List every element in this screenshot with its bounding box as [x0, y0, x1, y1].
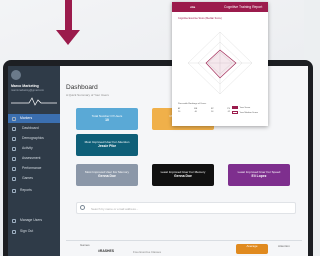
- summary-tile[interactable]: Most Improved User For Memory Genna Doe: [76, 164, 138, 186]
- legend-swatch: [232, 106, 238, 109]
- sidebar-item-label: Markers: [20, 116, 33, 120]
- sidebar-item-label: Reports: [20, 188, 32, 192]
- table-row-sub: Free Exercise Classes: [133, 250, 161, 254]
- pulse-logo-icon: [11, 97, 57, 106]
- sidebar-item-demographics[interactable]: Demographics: [8, 134, 60, 143]
- report-table-cell: 40: [194, 111, 197, 113]
- report-table-header: SP: [210, 108, 214, 110]
- tile-value: Genna Doe: [174, 174, 192, 178]
- sidebar-item-label: Sign Out: [20, 229, 34, 233]
- sign-out-icon: [12, 229, 16, 234]
- games-icon: [12, 176, 16, 181]
- table-row-name[interactable]: #RASHES: [98, 249, 114, 253]
- demographics-icon: [12, 136, 16, 141]
- summary-tile[interactable]: Most Improved User For Attention Jessie …: [76, 134, 138, 156]
- reports-icon: [12, 188, 16, 193]
- user-name: Marco Marketing: [11, 84, 39, 88]
- sidebar-item-sign-out[interactable]: Sign Out: [8, 227, 60, 236]
- divider: [66, 240, 302, 241]
- sidebar-item-label: Activity: [22, 146, 33, 150]
- radar-series: [205, 49, 237, 79]
- report-title: Cognitive Training Report: [224, 5, 263, 9]
- sidebar-item-label: Games: [22, 176, 33, 180]
- report-table-cell: 34: [211, 111, 214, 113]
- report-table: AT ME SP PS 20 40 34 62: [178, 108, 230, 122]
- table-right-label: Attention: [278, 244, 290, 248]
- activity-icon: [12, 146, 16, 151]
- tile-value: Jessie Pike: [97, 144, 117, 148]
- table-label: Games: [80, 243, 90, 247]
- tile-value: Eli Lopez: [251, 174, 267, 178]
- report-table-cell: 20: [178, 111, 181, 113]
- summary-tile[interactable]: Total Number Of Users 10: [76, 108, 138, 130]
- sidebar-item-games[interactable]: Games: [8, 174, 60, 183]
- report-table-header: ME: [194, 108, 198, 110]
- legend-label: Your Score: [239, 106, 251, 109]
- sidebar-item-label: Performance: [22, 166, 42, 170]
- search-input[interactable]: Search by name or email address...: [76, 202, 296, 214]
- sidebar: Marco Marketing marcomarketing@gmail.com…: [8, 66, 60, 256]
- user-email: marcomarketing@gmail.com: [11, 89, 45, 92]
- report-overlay: vita Cognitive Training Report Cognitive…: [172, 2, 268, 126]
- performance-icon: [12, 166, 16, 171]
- legend-label: Your Median Score: [239, 111, 259, 114]
- dashboard-icon: [12, 126, 16, 131]
- users-icon: [12, 218, 16, 223]
- sidebar-item-reports[interactable]: Reports: [8, 186, 60, 195]
- legend-entry: Your Median Score: [232, 110, 266, 115]
- report-logo: vita: [190, 5, 196, 9]
- arrow-shaft: [65, 0, 72, 32]
- sidebar-item-performance[interactable]: Performance: [8, 164, 60, 173]
- report-subtitle: Cognitive Exercise Score (Median Score): [178, 17, 222, 20]
- summary-tile[interactable]: Least Improved User For Memory Genna Doe: [152, 164, 214, 186]
- legend-swatch: [232, 111, 238, 114]
- avatar[interactable]: [11, 70, 21, 80]
- report-table-title: Percentile Rankings of Users: [178, 103, 207, 105]
- tile-value: Genna Doe: [98, 174, 116, 178]
- sidebar-item-dashboard[interactable]: Dashboard: [8, 124, 60, 133]
- tile-value: 10: [105, 118, 109, 122]
- page-title: Dashboard: [66, 84, 98, 91]
- assessment-icon: [12, 156, 16, 161]
- sidebar-item-label: Demographics: [22, 136, 44, 140]
- down-arrow-icon: [56, 30, 80, 45]
- page-subtitle: A Quick Summary of Your Users: [66, 93, 109, 97]
- search-icon: [80, 205, 85, 210]
- report-legend: Your Score Your Median Score: [232, 105, 266, 121]
- sidebar-item-activity[interactable]: Activity: [8, 144, 60, 153]
- radar-chart: [187, 31, 253, 95]
- report-table-header: AT: [178, 108, 181, 110]
- report-table-header: PS: [227, 108, 230, 110]
- sidebar-item-label: Dashboard: [22, 126, 39, 130]
- summary-tile[interactable]: Least Improved User For Speed Eli Lopez: [228, 164, 290, 186]
- sidebar-item-label: Assessment: [22, 156, 41, 160]
- markers-icon: [12, 116, 16, 121]
- sidebar-item-label: Manage Users: [20, 218, 43, 222]
- sidebar-item-markers[interactable]: Markers: [8, 114, 60, 123]
- sidebar-item-manage-users[interactable]: Manage Users: [8, 216, 60, 225]
- sidebar-item-assessment[interactable]: Assessment: [8, 154, 60, 163]
- status-badge: Average: [236, 244, 268, 254]
- report-table-cell: 62: [227, 111, 230, 113]
